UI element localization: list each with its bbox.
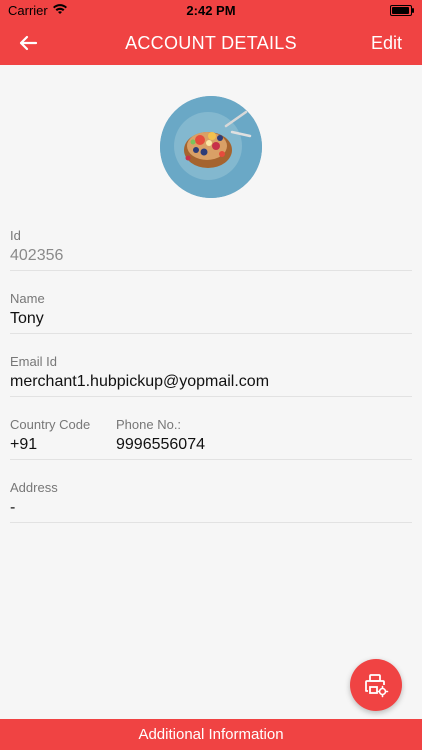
profile-photo-food-icon	[160, 96, 262, 198]
country-code-value: +91	[10, 436, 38, 453]
address-label: Address	[10, 480, 58, 495]
name-value: Tony	[10, 310, 44, 327]
email-label: Email Id	[10, 354, 57, 369]
status-bar: Carrier 2:42 PM	[0, 0, 422, 21]
printer-settings-icon	[365, 674, 389, 698]
phone-row: Country Code +91 Phone No.: 9996556074	[10, 417, 412, 460]
country-code-field: Country Code +91	[10, 417, 90, 454]
name-label: Name	[10, 291, 45, 306]
printer-settings-button[interactable]	[350, 659, 402, 711]
phone-value: 9996556074	[116, 436, 205, 453]
id-field: Id 402356	[10, 228, 412, 271]
edit-button[interactable]: Edit	[371, 33, 402, 54]
nav-bar: ACCOUNT DETAILS Edit	[0, 21, 422, 65]
battery-icon	[390, 5, 414, 16]
phone-field: Phone No.: 9996556074	[116, 417, 205, 454]
address-field: Address -	[10, 480, 412, 523]
name-field: Name Tony	[10, 291, 412, 334]
address-value: -	[10, 499, 16, 516]
page-title: ACCOUNT DETAILS	[125, 33, 297, 53]
email-field: Email Id merchant1.hubpickup@yopmail.com	[10, 354, 412, 397]
email-value: merchant1.hubpickup@yopmail.com	[10, 373, 270, 390]
id-label: Id	[10, 228, 21, 243]
status-time: 2:42 PM	[186, 3, 236, 18]
additional-information-button[interactable]: Additional Information	[0, 719, 422, 750]
country-code-label: Country Code	[10, 417, 91, 432]
phone-label: Phone No.:	[116, 417, 182, 432]
avatar	[160, 96, 262, 198]
id-value: 402356	[10, 247, 64, 264]
